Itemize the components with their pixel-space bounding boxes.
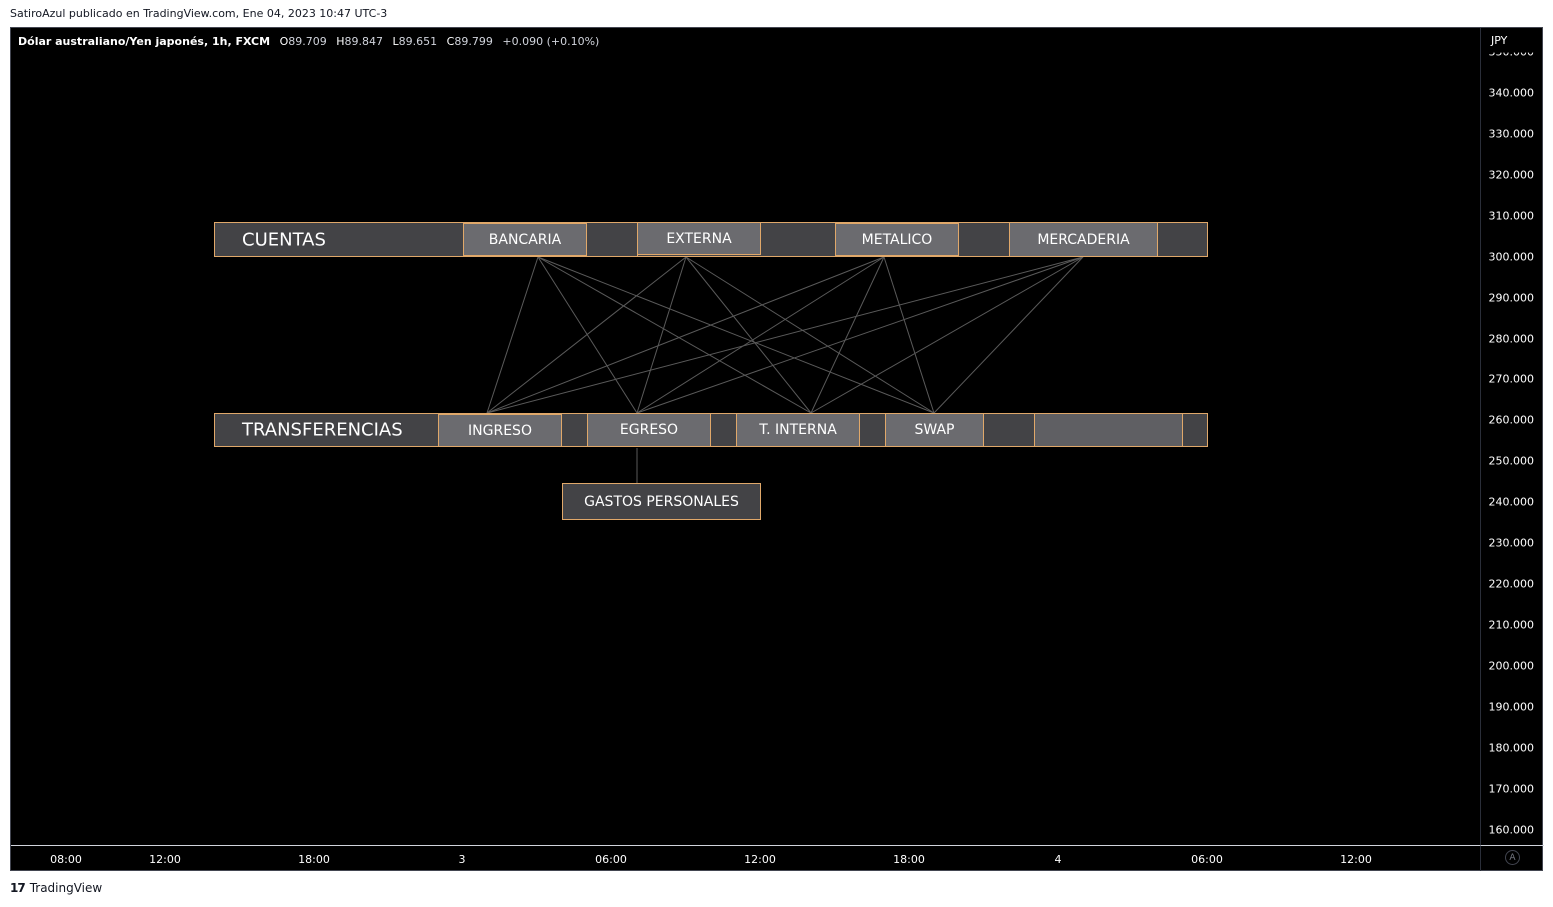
price-tick-label: 200.000 — [1488, 659, 1535, 673]
time-tick-label: 08:00 — [50, 853, 82, 866]
tradingview-logo-icon: 17 — [10, 881, 26, 895]
transferencias-item-ingreso[interactable]: INGRESO — [438, 414, 562, 447]
cuenta-transferencia-link — [685, 256, 935, 414]
price-tick-label: 290.000 — [1488, 291, 1535, 305]
transferencias-item-empty[interactable] — [1034, 414, 1183, 446]
chart-pane[interactable]: Dólar australiano/Yen japonés, 1h, FXCM … — [11, 28, 1480, 845]
transferencias-item-egreso[interactable]: EGRESO — [587, 414, 711, 446]
price-tick-label: 280.000 — [1488, 332, 1535, 346]
price-tick-label: 340.000 — [1488, 86, 1535, 100]
price-tick-label: 320.000 — [1488, 168, 1535, 182]
time-tick-label: 12:00 — [149, 853, 181, 866]
price-tick-label: 220.000 — [1488, 577, 1535, 591]
cuenta-transferencia-link — [636, 256, 1084, 414]
price-tick-label: 310.000 — [1488, 209, 1535, 223]
auto-scale-button[interactable]: A — [1505, 850, 1520, 865]
price-tick-label: 180.000 — [1488, 741, 1535, 755]
cuenta-transferencia-link — [883, 256, 935, 414]
cuenta-transferencia-link — [486, 256, 539, 414]
brand-name: TradingView — [29, 881, 103, 895]
cuenta-transferencia-link — [537, 256, 935, 414]
price-tick-label: 170.000 — [1488, 782, 1535, 796]
transferencias-item-swap[interactable]: SWAP — [885, 414, 984, 446]
cuenta-transferencia-link — [810, 256, 1084, 414]
axis-corner: A — [1480, 845, 1544, 871]
cuentas-title: CUENTAS — [242, 229, 326, 251]
cuentas-item-bancaria[interactable]: BANCARIA — [463, 223, 587, 256]
time-tick-label: 18:00 — [298, 853, 330, 866]
time-tick-label: 06:00 — [1191, 853, 1223, 866]
time-tick-label: 06:00 — [595, 853, 627, 866]
price-tick-label: 160.000 — [1488, 823, 1535, 837]
gastos-personales-box[interactable]: GASTOS PERSONALES — [562, 483, 761, 520]
publish-caption: SatiroAzul publicado en TradingView.com,… — [10, 7, 388, 20]
cuenta-transferencia-link — [486, 256, 885, 414]
price-tick-label: 240.000 — [1488, 495, 1535, 509]
cuentas-item-externa[interactable]: EXTERNA — [637, 222, 761, 255]
price-tick-label: 350.000 — [1488, 45, 1535, 59]
price-tick-label: 190.000 — [1488, 700, 1535, 714]
price-tick-label: 210.000 — [1488, 618, 1535, 632]
transferencias-title: TRANSFERENCIAS — [242, 419, 403, 441]
chart-frame: Dólar australiano/Yen japonés, 1h, FXCM … — [10, 27, 1544, 871]
time-tick-label: 12:00 — [1340, 853, 1372, 866]
currency-label: JPY — [1491, 34, 1508, 47]
time-tick-label: 3 — [458, 853, 466, 866]
time-axis[interactable]: 08:00 12:00 18:00 3 06:00 12:00 18:00 4 06:00 12:… — [11, 845, 1480, 871]
price-tick-label: 330.000 — [1488, 127, 1535, 141]
price-axis[interactable]: JPY 350.000 340.000 330.000 320.000 310.000 3… — [1480, 28, 1544, 845]
time-tick-label: 4 — [1054, 853, 1062, 866]
cuentas-item-mercaderia[interactable]: MERCADERIA — [1009, 223, 1158, 256]
time-tick-label: 12:00 — [744, 853, 776, 866]
price-tick-label: 270.000 — [1488, 372, 1535, 386]
price-tick-label: 250.000 — [1488, 454, 1535, 468]
brand-footer[interactable]: 17 TradingView — [10, 881, 102, 895]
price-tick-label: 230.000 — [1488, 536, 1535, 550]
cuentas-item-metalico[interactable]: METALICO — [835, 223, 959, 256]
price-tick-label: 300.000 — [1488, 250, 1535, 264]
price-tick-label: 260.000 — [1488, 413, 1535, 427]
cuenta-transferencia-link — [933, 256, 1084, 414]
cuenta-transferencia-link — [486, 256, 687, 414]
cuenta-transferencia-link — [537, 256, 638, 414]
transferencias-item-t-interna[interactable]: T. INTERNA — [736, 414, 860, 446]
cuenta-transferencia-link — [636, 256, 687, 414]
time-tick-label: 18:00 — [893, 853, 925, 866]
cuenta-transferencia-link — [486, 256, 1084, 414]
